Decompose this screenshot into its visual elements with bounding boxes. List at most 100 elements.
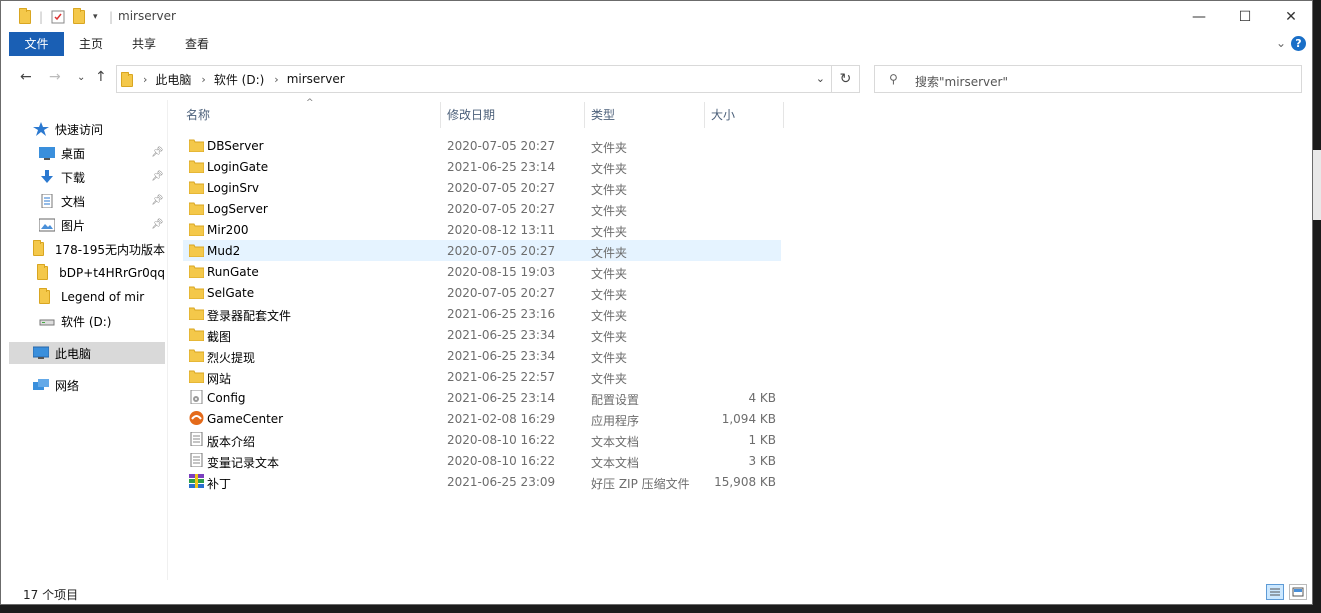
document-icon <box>39 193 55 209</box>
folder-icon <box>37 264 53 280</box>
sidebar-item-drive-d[interactable]: 软件 (D:) <box>1 310 165 332</box>
sidebar-item-label: 网络 <box>55 378 80 393</box>
recent-locations-button[interactable]: ⌄ <box>77 72 85 83</box>
search-input[interactable]: ⚲ 搜索"mirserver" <box>874 65 1302 93</box>
folder-icon <box>188 201 205 216</box>
file-size: 4 KB <box>748 391 776 405</box>
file-row[interactable]: GameCenter 2021-02-08 16:29 应用程序 1,094 KB <box>183 408 781 429</box>
file-row[interactable]: Mir200 2020-08-12 13:11 文件夹 <box>183 219 781 240</box>
sidebar-item-folder[interactable]: Legend of mir <box>1 286 165 308</box>
file-modified-date: 2021-06-25 23:09 <box>447 475 556 489</box>
file-modified-date: 2020-08-10 16:22 <box>447 454 556 468</box>
file-row[interactable]: DBServer 2020-07-05 20:27 文件夹 <box>183 135 781 156</box>
file-modified-date: 2021-06-25 23:14 <box>447 160 556 174</box>
text-file-icon <box>189 452 204 468</box>
properties-icon[interactable] <box>51 8 65 26</box>
sidebar-item-pictures[interactable]: 图片 📌︎ <box>1 214 165 236</box>
tab-view[interactable]: 查看 <box>173 32 221 56</box>
minimize-button[interactable]: — <box>1176 1 1222 32</box>
column-separator[interactable] <box>440 102 441 128</box>
file-name: 烈火提现 <box>207 351 256 365</box>
column-separator[interactable] <box>704 102 705 128</box>
file-row[interactable]: LoginGate 2021-06-25 23:14 文件夹 <box>183 156 781 177</box>
folder-icon <box>32 240 49 256</box>
file-type: 文件夹 <box>591 267 628 281</box>
sidebar-item-network[interactable]: 网络 <box>1 374 165 396</box>
chevron-right-icon[interactable]: › <box>201 73 205 86</box>
file-modified-date: 2020-07-05 20:27 <box>447 244 556 258</box>
scrollbar[interactable] <box>1297 100 1312 580</box>
pin-icon[interactable]: 📌︎ <box>151 219 164 230</box>
file-type: 文件夹 <box>591 372 628 386</box>
file-row[interactable]: 烈火提现 2021-06-25 23:34 文件夹 <box>183 345 781 366</box>
column-header-size[interactable]: 大小 <box>711 102 781 128</box>
file-explorer-window: | ▾ | mirserver — ☐ ✕ 文件 主页 共享 查看 ⌄ ? ← … <box>0 0 1313 605</box>
back-button[interactable]: ← <box>20 69 32 85</box>
chevron-right-icon[interactable]: › <box>274 73 278 86</box>
file-type: 文件夹 <box>591 183 628 197</box>
file-row[interactable]: LogServer 2020-07-05 20:27 文件夹 <box>183 198 781 219</box>
pin-icon[interactable]: 📌︎ <box>151 171 164 182</box>
chevron-right-icon: › <box>143 72 148 86</box>
folder-icon <box>188 138 205 153</box>
sidebar-item-downloads[interactable]: 下载 📌︎ <box>1 166 165 188</box>
sidebar-item-folder[interactable]: bDP+t4HRrGr0qq <box>1 262 165 284</box>
file-modified-date: 2020-08-15 19:03 <box>447 265 556 279</box>
pin-icon[interactable]: 📌︎ <box>151 195 164 206</box>
column-header-date[interactable]: 修改日期 <box>447 102 577 128</box>
sidebar-item-documents[interactable]: 文档 📌︎ <box>1 190 165 212</box>
file-name: LoginSrv <box>207 181 260 195</box>
sidebar-item-folder[interactable]: 178-195无内功版本 <box>1 238 165 260</box>
file-row[interactable]: RunGate 2020-08-15 19:03 文件夹 <box>183 261 781 282</box>
sidebar-item-desktop[interactable]: 桌面 📌︎ <box>1 142 165 164</box>
chevron-down-icon[interactable]: ⌄ <box>816 72 825 85</box>
file-modified-date: 2021-06-25 23:16 <box>447 307 556 321</box>
column-header-name[interactable]: 名称 <box>186 102 436 128</box>
column-separator[interactable] <box>783 102 784 128</box>
sidebar-item-quick-access[interactable]: 快速访问 <box>1 118 165 140</box>
maximize-button[interactable]: ☐ <box>1222 1 1268 32</box>
details-view-button[interactable] <box>1266 584 1284 600</box>
file-row[interactable]: LoginSrv 2020-07-05 20:27 文件夹 <box>183 177 781 198</box>
sidebar-item-this-pc[interactable]: 此电脑 <box>9 342 165 364</box>
refresh-button[interactable]: ↻ <box>832 65 860 93</box>
folder-icon <box>188 243 205 258</box>
file-row[interactable]: 版本介绍 2020-08-10 16:22 文本文档 1 KB <box>183 429 781 450</box>
column-separator[interactable] <box>584 102 585 128</box>
file-row[interactable]: 变量记录文本 2020-08-10 16:22 文本文档 3 KB <box>183 450 781 471</box>
address-bar[interactable]: › 此电脑 › 软件 (D:) › mirserver ⌄ <box>116 65 832 93</box>
up-button[interactable]: ↑ <box>95 69 107 85</box>
file-row[interactable]: 登录器配套文件 2021-06-25 23:16 文件夹 <box>183 303 781 324</box>
file-modified-date: 2020-08-10 16:22 <box>447 433 556 447</box>
file-row[interactable]: Config 2021-06-25 23:14 配置设置 4 KB <box>183 387 781 408</box>
pin-icon[interactable]: 📌︎ <box>151 147 164 158</box>
tab-file[interactable]: 文件 <box>9 32 64 56</box>
file-modified-date: 2021-06-25 23:34 <box>447 349 556 363</box>
column-header-type[interactable]: 类型 <box>591 102 701 128</box>
forward-button[interactable]: → <box>49 69 61 85</box>
tab-share[interactable]: 共享 <box>120 32 168 56</box>
help-icon[interactable]: ? <box>1291 36 1306 51</box>
file-name: Mir200 <box>207 223 249 237</box>
file-row[interactable]: SelGate 2020-07-05 20:27 文件夹 <box>183 282 781 303</box>
breadcrumb-mirserver[interactable]: mirserver <box>287 72 345 86</box>
expand-ribbon-icon[interactable]: ⌄ <box>1276 36 1286 50</box>
breadcrumb-this-pc[interactable]: 此电脑 <box>155 71 191 88</box>
file-modified-date: 2021-06-25 22:57 <box>447 370 556 384</box>
large-icons-view-button[interactable] <box>1289 584 1307 600</box>
folder-icon <box>188 264 205 279</box>
file-type: 应用程序 <box>591 414 640 428</box>
file-name: Config <box>207 391 246 405</box>
file-row[interactable]: 截图 2021-06-25 23:34 文件夹 <box>183 324 781 345</box>
breadcrumb-drive[interactable]: 软件 (D:) <box>214 71 264 88</box>
new-folder-icon[interactable] <box>73 8 85 26</box>
file-row[interactable]: Mud2 2020-07-05 20:27 文件夹 <box>183 240 781 261</box>
tab-home[interactable]: 主页 <box>67 32 115 56</box>
file-name: 变量记录文本 <box>207 456 280 470</box>
customize-toolbar-icon[interactable]: ▾ <box>93 8 98 26</box>
close-button[interactable]: ✕ <box>1268 1 1312 32</box>
file-name: GameCenter <box>207 412 284 426</box>
file-row[interactable]: 补丁 2021-06-25 23:09 好压 ZIP 压缩文件 15,908 KB <box>183 471 781 492</box>
desktop-icon <box>39 146 55 160</box>
file-row[interactable]: 网站 2021-06-25 22:57 文件夹 <box>183 366 781 387</box>
